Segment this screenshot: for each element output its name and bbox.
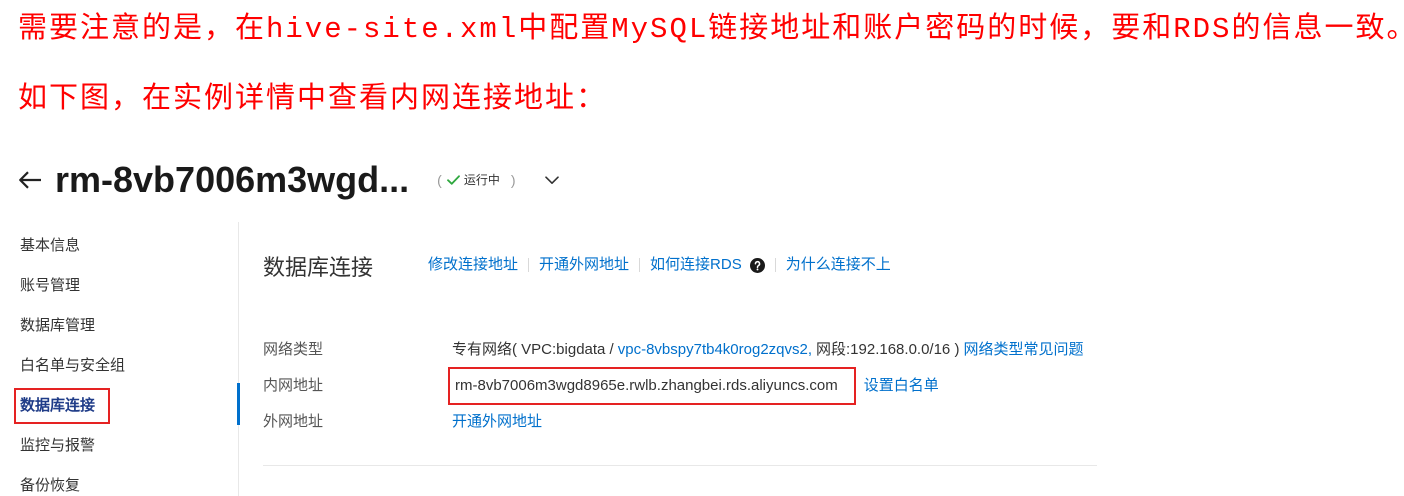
highlight-box-sidebar <box>14 388 110 424</box>
modify-address-link[interactable]: 修改连接地址 <box>428 255 518 275</box>
arrow-left-icon[interactable] <box>18 170 42 190</box>
article-note: 需要注意的是，在hive-site.xml中配置MySQL链接地址和账户密码的时… <box>18 13 1398 46</box>
network-segment: 网段:192.168.0.0/16 ) <box>816 341 960 358</box>
sidebar-item-monitoring-alerts[interactable]: 监控与报警 <box>20 438 125 454</box>
section-divider <box>263 465 1097 466</box>
sidebar-item-databases[interactable]: 数据库管理 <box>20 318 125 334</box>
why-cannot-connect-link[interactable]: 为什么连接不上 <box>786 255 891 275</box>
sidebar-nav: 基本信息 账号管理 数据库管理 白名单与安全组 数据库连接 监控与报警 备份恢复 <box>20 238 125 494</box>
enable-public-address-value-link[interactable]: 开通外网地址 <box>452 412 542 432</box>
sidebar-divider <box>238 222 239 496</box>
set-whitelist-link[interactable]: 设置白名单 <box>864 376 939 396</box>
sidebar-item-basic-info[interactable]: 基本信息 <box>20 238 125 254</box>
internal-address-row: 内网地址 rm-8vb7006m3wgd8965e.rwlb.zhangbei.… <box>263 367 939 405</box>
vpc-id-link[interactable]: vpc-8vbspy7tb4k0rog2zqvs2, <box>618 340 812 360</box>
check-icon <box>446 175 460 185</box>
link-separator <box>774 258 776 272</box>
internal-address-label: 内网地址 <box>263 377 324 394</box>
status-close-paren: ) <box>510 172 516 188</box>
status-open-paren: ( <box>437 172 442 188</box>
article-intro: 如下图，在实例详情中查看内网连接地址： <box>18 83 608 116</box>
active-item-indicator <box>237 383 240 425</box>
network-type-prefix: 专有网络( VPC:bigdata / <box>452 341 614 358</box>
network-type-faq-link[interactable]: 网络类型常见问题 <box>963 340 1083 360</box>
question-circle-icon[interactable] <box>749 257 765 273</box>
status-badge: ( 运行中 ) <box>437 170 515 190</box>
connection-actions: 修改连接地址 开通外网地址 如何连接RDS 为什么连接不上 <box>428 255 891 275</box>
public-address-row: 外网地址 开通外网地址 <box>263 404 542 440</box>
network-type-row: 网络类型 专有网络( VPC:bigdata / vpc-8vbspy7tb4k… <box>263 332 1083 368</box>
link-separator <box>639 258 641 272</box>
sidebar-item-backup-restore[interactable]: 备份恢复 <box>20 478 125 494</box>
sidebar-item-whitelist-security-groups[interactable]: 白名单与安全组 <box>20 358 125 374</box>
status-label: 运行中 <box>463 173 500 187</box>
instance-header: rm-8vb7006m3wgd... ( 运行中 ) <box>18 160 559 200</box>
how-to-connect-link[interactable]: 如何连接RDS <box>650 255 742 275</box>
internal-address-value: rm-8vb7006m3wgd8965e.rwlb.zhangbei.rds.a… <box>448 367 856 405</box>
instance-name: rm-8vb7006m3wgd... <box>55 159 410 200</box>
page-title: 数据库连接 <box>263 255 374 280</box>
rds-console-screenshot: rm-8vb7006m3wgd... ( 运行中 ) 基本信息 账号管理 数据库… <box>10 148 1097 496</box>
public-address-label: 外网地址 <box>263 413 324 430</box>
sidebar-item-accounts[interactable]: 账号管理 <box>20 278 125 294</box>
enable-public-address-link[interactable]: 开通外网地址 <box>539 255 629 275</box>
network-type-label: 网络类型 <box>263 341 324 358</box>
chevron-down-icon[interactable] <box>544 175 559 185</box>
link-separator <box>528 258 530 272</box>
